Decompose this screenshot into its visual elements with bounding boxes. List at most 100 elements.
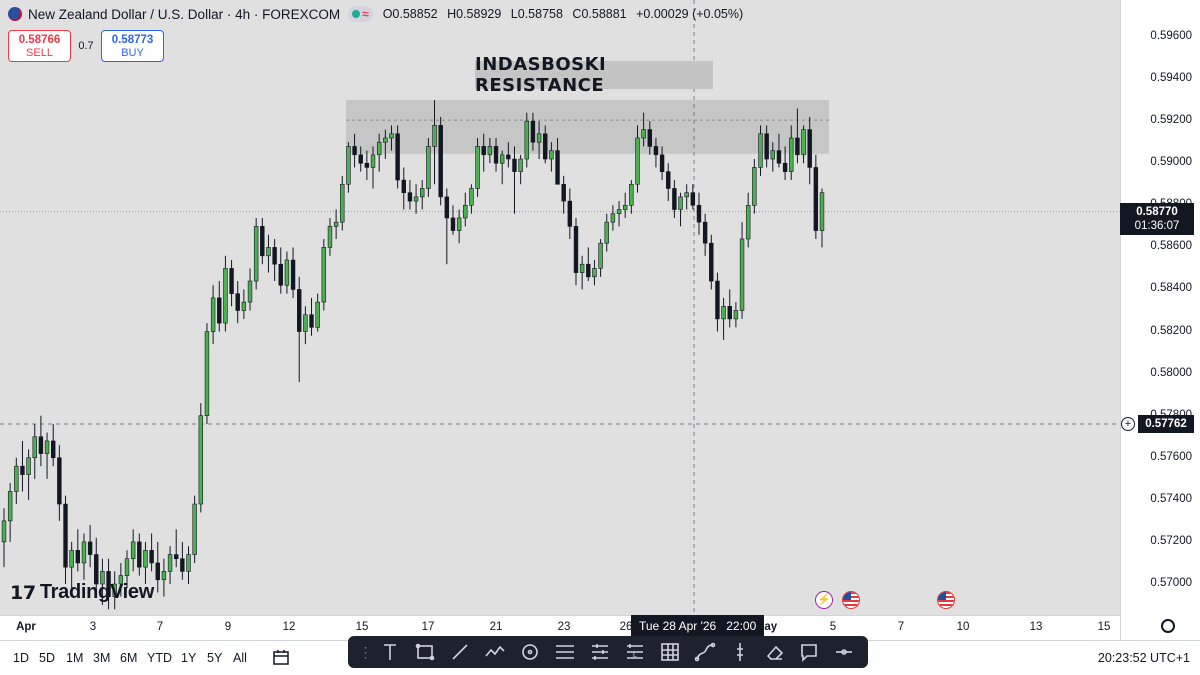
candle [247, 268, 253, 311]
lightning-event-icon[interactable]: ⚡ [815, 591, 833, 609]
time-tick: 23 [557, 621, 571, 633]
low-label: L [510, 7, 518, 21]
time-tick: 10 [956, 621, 970, 633]
range-1y[interactable]: 1Y [181, 651, 196, 665]
candle [63, 495, 68, 584]
calendar-range-icon[interactable] [272, 648, 290, 666]
candle [38, 415, 44, 467]
fib-retracement-icon[interactable] [587, 639, 613, 665]
range-1m[interactable]: 1M [66, 651, 83, 665]
add-alert-plus-icon[interactable]: + [1121, 417, 1135, 431]
price-tick: 0.57400 [1150, 492, 1192, 505]
collapse-icon[interactable] [831, 639, 857, 665]
candle [143, 541, 148, 584]
resistance-zone[interactable] [346, 100, 829, 154]
range-5y[interactable]: 5Y [207, 651, 222, 665]
comment-icon[interactable] [796, 639, 822, 665]
price-tick: 0.57600 [1150, 450, 1192, 463]
candle [315, 293, 320, 332]
candle [1, 508, 7, 568]
change-value: +0.00029 (+0.05%) [636, 7, 744, 21]
svg-text:L: L [633, 652, 637, 659]
candle [253, 217, 259, 290]
range-6m[interactable]: 6M [120, 651, 137, 665]
candle [690, 184, 696, 210]
price-tick: 0.57200 [1150, 534, 1192, 547]
drag-handle-icon[interactable]: ⋮ [358, 645, 372, 659]
range-ytd[interactable]: YTD [147, 651, 172, 665]
us-flag-event-icon[interactable] [842, 591, 860, 609]
wave-icon: ≈ [362, 7, 369, 21]
gann-box-icon[interactable] [657, 639, 683, 665]
candle [622, 192, 628, 218]
candle [26, 449, 31, 500]
market-status[interactable]: ≈ [348, 6, 373, 22]
resistance-label[interactable]: INDASBOSKI RESISTANCE [475, 54, 713, 96]
time-tick: 5 [829, 621, 837, 633]
long-position-icon[interactable]: L [622, 639, 648, 665]
candle [340, 175, 345, 231]
crosshair-time-tooltip: Tue 28 Apr '26 22:00 [631, 615, 765, 637]
open-label: O [382, 7, 393, 21]
candle [604, 213, 609, 252]
candle [130, 529, 136, 572]
price-tick: 0.59400 [1150, 72, 1192, 85]
candle [745, 192, 751, 248]
gear-icon[interactable] [1161, 619, 1175, 633]
candle [272, 238, 277, 282]
candle [260, 217, 265, 265]
price-tick: 0.59000 [1150, 156, 1192, 169]
candle [721, 297, 726, 340]
candle [592, 260, 597, 286]
low-value: 0.58758 [517, 7, 563, 21]
buy-button[interactable]: 0.58773 BUY [101, 30, 164, 62]
candle [629, 180, 634, 214]
market-open-icon [352, 10, 361, 18]
candle [450, 205, 456, 235]
crosshair-price-tag: 0.57762 [1138, 415, 1194, 433]
candle [438, 116, 443, 206]
buy-price: 0.58773 [111, 34, 154, 46]
parallel-channel-icon[interactable] [552, 639, 578, 665]
candle [616, 201, 622, 227]
clock[interactable]: 20:23:52 UTC+1 [1098, 651, 1190, 665]
price-tick: 0.57000 [1150, 577, 1192, 589]
tradingview-logo[interactable]: 17 TradingView [10, 581, 154, 604]
rectangle-tool-icon[interactable] [412, 639, 438, 665]
price-range-icon[interactable] [727, 639, 753, 665]
candle [413, 184, 419, 214]
path-icon[interactable] [482, 639, 508, 665]
candle [444, 188, 450, 265]
time-tick: 3 [89, 621, 97, 633]
circle-tool-icon[interactable] [517, 639, 543, 665]
candle [198, 403, 204, 513]
curve-tool-icon[interactable] [692, 639, 718, 665]
candle [395, 125, 400, 189]
candle [75, 529, 81, 572]
candle [229, 260, 234, 307]
candle [284, 251, 290, 294]
us-flag-event-icon[interactable] [937, 591, 955, 609]
range-3m[interactable]: 3M [93, 651, 110, 665]
candle [573, 217, 579, 286]
logo-text: TradingView [39, 581, 154, 603]
range-5d[interactable]: 5D [39, 651, 55, 665]
symbol-title[interactable]: New Zealand Dollar / U.S. Dollar · 4h · … [28, 7, 340, 22]
last-price: 0.58770 [1136, 206, 1178, 218]
range-all[interactable]: All [233, 651, 247, 665]
candle [364, 150, 370, 181]
candle [727, 289, 732, 328]
range-1d[interactable]: 1D [13, 651, 29, 665]
candle [420, 180, 425, 210]
candle [137, 533, 142, 576]
eraser-icon[interactable] [762, 639, 788, 665]
candle [702, 213, 708, 256]
trend-line-icon[interactable] [447, 639, 473, 665]
candle [469, 184, 474, 214]
candle [598, 238, 603, 277]
price-axis[interactable]: 0.596000.594000.592000.590000.588000.586… [1120, 0, 1200, 640]
text-tool-icon[interactable] [377, 639, 403, 665]
candle [327, 217, 333, 256]
sell-button[interactable]: 0.58766 SELL [8, 30, 71, 62]
candle [7, 483, 13, 542]
